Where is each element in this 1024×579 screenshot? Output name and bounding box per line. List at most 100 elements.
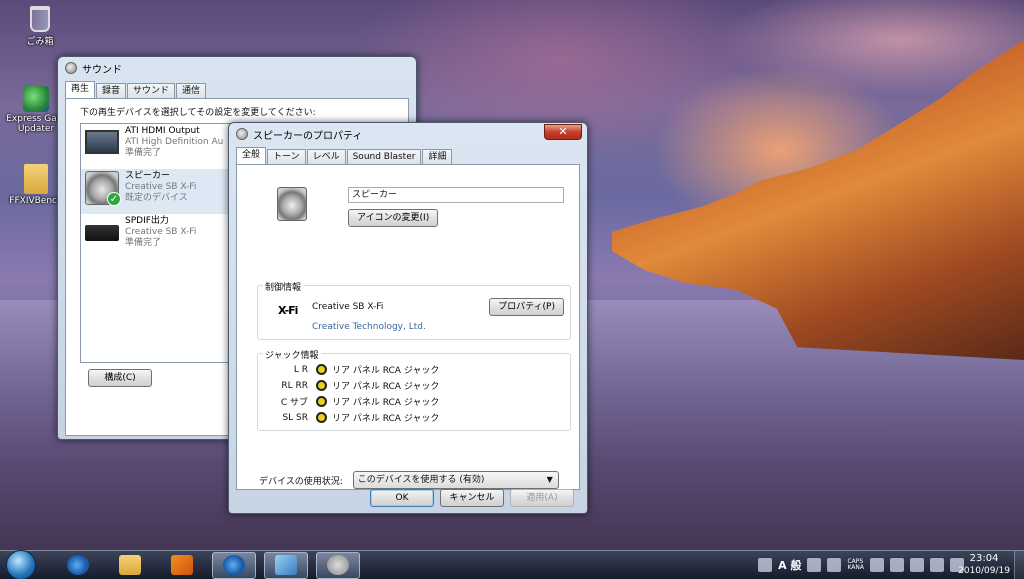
configure-button[interactable]: 構成(C): [88, 369, 152, 387]
jack-location: リア パネル RCA ジャック: [332, 414, 440, 424]
device-driver: Creative SB X-Fi: [125, 182, 197, 192]
tab-sound-blaster[interactable]: Sound Blaster: [346, 149, 422, 164]
jack-channel: C サブ: [280, 398, 308, 408]
start-button[interactable]: [6, 550, 36, 579]
jack-row: SL SR リア パネル RCA ジャック: [258, 410, 439, 425]
jack-channel: RL RR: [281, 380, 308, 391]
taskbar-explorer[interactable]: [108, 552, 152, 579]
group-label: ジャック情報: [263, 348, 321, 361]
jack-connector-icon: [316, 396, 327, 407]
sound-titlebar[interactable]: サウンド: [65, 57, 409, 79]
clock-time: 23:04: [969, 553, 999, 564]
tab-advanced[interactable]: 詳細: [422, 149, 453, 164]
tab-sounds[interactable]: サウンド: [127, 83, 176, 98]
chevron-down-icon: ▼: [546, 475, 553, 484]
tab-tone[interactable]: トーン: [267, 149, 306, 164]
device-usage-value: このデバイスを使用する (有効): [357, 475, 485, 485]
taskbar-media-player[interactable]: [160, 552, 204, 579]
cancel-button[interactable]: キャンセル: [440, 489, 504, 507]
desktop-icon-recycle-bin[interactable]: ごみ箱: [6, 6, 74, 47]
taskbar-ie[interactable]: [56, 552, 100, 579]
sound-icon: [327, 555, 349, 575]
taskbar-sound[interactable]: [316, 551, 360, 579]
internet-explorer-icon: [67, 555, 89, 575]
change-icon-button[interactable]: アイコンの変更(I): [348, 209, 439, 227]
device-usage-label: デバイスの使用状況:: [259, 476, 343, 487]
apply-button[interactable]: 適用(A): [510, 489, 574, 507]
jack-location: リア パネル RCA ジャック: [332, 366, 440, 376]
clock[interactable]: 23:04 2010/09/19: [958, 553, 1010, 577]
device-driver: ATI High Definition Au: [125, 137, 224, 147]
speaker-icon: [65, 62, 77, 74]
speaker-icon: ✓: [85, 171, 121, 206]
jack-location: リア パネル RCA ジャック: [332, 398, 440, 408]
kana-label: KANA: [847, 564, 864, 571]
clock-date: 2010/09/19: [958, 566, 1010, 576]
control-panel-icon: [275, 555, 297, 575]
props-panel: スピーカー アイコンの変更(I) 制御情報 X-Fi Creative SB X…: [236, 164, 580, 490]
desktop-icon-label: ごみ箱: [26, 37, 54, 47]
system-tray: A 般 CAPS KANA: [758, 557, 964, 573]
folder-icon: [119, 555, 141, 575]
tab-playback[interactable]: 再生: [65, 81, 96, 98]
device-driver: Creative SB X-Fi: [125, 227, 197, 237]
taskbar: A 般 CAPS KANA 23:04 2010/09/19: [0, 550, 1024, 579]
tab-recording[interactable]: 録音: [96, 83, 127, 98]
props-tabs: 全般 トーン レベル Sound Blaster 詳細: [236, 147, 580, 164]
jack-row: C サブ リア パネル RCA ジャック: [258, 394, 439, 409]
window-title: サウンド: [82, 64, 122, 76]
express-gate-icon: [23, 86, 49, 112]
device-usage-row: デバイスの使用状況: このデバイスを使用する (有効) ▼: [259, 471, 559, 489]
default-check-icon: ✓: [107, 192, 121, 206]
sound-tabs: 再生 録音 サウンド 通信: [65, 81, 409, 98]
media-player-icon: [171, 555, 193, 575]
instruction-text: 下の再生デバイスを選択してその設定を変更してください:: [80, 108, 316, 118]
jack-info-group: ジャック情報 L R リア パネル RCA ジャック RL RR リア パネル …: [257, 348, 571, 431]
jack-location: リア パネル RCA ジャック: [332, 382, 440, 392]
caps-kana-indicator: CAPS KANA: [847, 559, 864, 571]
controller-vendor-link[interactable]: Creative Technology, Ltd.: [312, 322, 426, 332]
jack-channel: SL SR: [282, 412, 308, 423]
jack-row: L R リア パネル RCA ジャック: [258, 362, 439, 377]
speaker-properties-window: スピーカーのプロパティ ✕ 全般 トーン レベル Sound Blaster 詳…: [228, 122, 588, 514]
device-name: スピーカー: [125, 171, 171, 181]
device-status: 準備完了: [125, 238, 162, 248]
close-button[interactable]: ✕: [544, 124, 582, 140]
internet-explorer-icon: [223, 555, 245, 575]
action-center-icon[interactable]: [910, 558, 924, 572]
folder-icon: [24, 164, 48, 194]
jack-connector-icon: [316, 364, 327, 375]
network-icon[interactable]: [930, 558, 944, 572]
notification-icon[interactable]: [758, 558, 773, 572]
show-desktop-button[interactable]: [1014, 551, 1024, 579]
taskbar-control-panel[interactable]: [264, 551, 308, 579]
ime-tool-icon[interactable]: [827, 558, 842, 572]
recycle-bin-icon: [30, 6, 50, 32]
xfi-logo-icon: X-Fi: [278, 304, 298, 317]
show-hidden-icons-icon[interactable]: [890, 558, 904, 572]
spdif-icon: [85, 225, 119, 241]
window-title: スピーカーのプロパティ: [253, 130, 363, 142]
controller-info-group: 制御情報 X-Fi Creative SB X-Fi Creative Tech…: [257, 280, 571, 340]
device-status: 準備完了: [125, 148, 162, 158]
tab-general[interactable]: 全般: [236, 147, 267, 164]
jack-channel: L R: [293, 364, 308, 375]
controller-name: Creative SB X-Fi: [312, 302, 384, 312]
jack-row: RL RR リア パネル RCA ジャック: [258, 378, 439, 393]
help-icon[interactable]: [870, 558, 884, 572]
device-usage-select[interactable]: このデバイスを使用する (有効) ▼: [352, 471, 559, 489]
group-label: 制御情報: [263, 280, 304, 293]
speaker-icon: [236, 128, 248, 140]
controller-properties-button[interactable]: プロパティ(P): [489, 298, 564, 316]
monitor-icon: [85, 130, 119, 154]
ime-indicator[interactable]: A 般: [778, 557, 801, 573]
tab-levels[interactable]: レベル: [306, 149, 346, 164]
ime-tool-icon[interactable]: [807, 558, 822, 572]
tab-communications[interactable]: 通信: [176, 83, 207, 98]
props-titlebar[interactable]: スピーカーのプロパティ: [236, 123, 580, 145]
device-name-field[interactable]: スピーカー: [348, 187, 564, 203]
device-name: ATI HDMI Output: [125, 126, 200, 136]
ok-button[interactable]: OK: [370, 489, 434, 507]
taskbar-ie-window[interactable]: [212, 551, 256, 579]
dialog-buttons: OK キャンセル 適用(A): [370, 489, 574, 507]
